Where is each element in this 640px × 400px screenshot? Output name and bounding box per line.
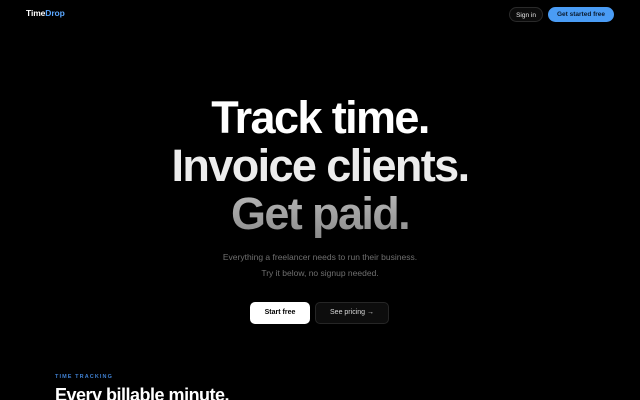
hero-headline: Track time. Invoice clients. Get paid. (0, 94, 640, 238)
hero-line-2: Invoice clients. (171, 140, 470, 191)
hero-line-3: Get paid. (0, 190, 640, 238)
landing-page: TimeDrop Sign in Get started free Track … (0, 0, 640, 400)
start-free-button[interactable]: Start free (250, 302, 310, 324)
hero-line-1: Track time. (211, 92, 430, 143)
hero-subtext-1: Everything a freelancer needs to run the… (222, 252, 418, 262)
logo[interactable]: TimeDrop (26, 8, 65, 19)
hero-subtext-2: Try it below, no signup needed. (261, 268, 379, 278)
top-nav: TimeDrop Sign in Get started free (0, 0, 640, 28)
logo-text-time: Time (26, 8, 46, 18)
get-started-button[interactable]: Get started free (548, 7, 614, 22)
logo-text-drop: Drop (45, 8, 65, 18)
section-heading: Every billable minute. (55, 385, 230, 400)
sign-in-button[interactable]: Sign in (509, 7, 543, 22)
see-pricing-button[interactable]: See pricing → (315, 302, 389, 324)
section-eyebrow: TIME TRACKING (55, 374, 113, 380)
